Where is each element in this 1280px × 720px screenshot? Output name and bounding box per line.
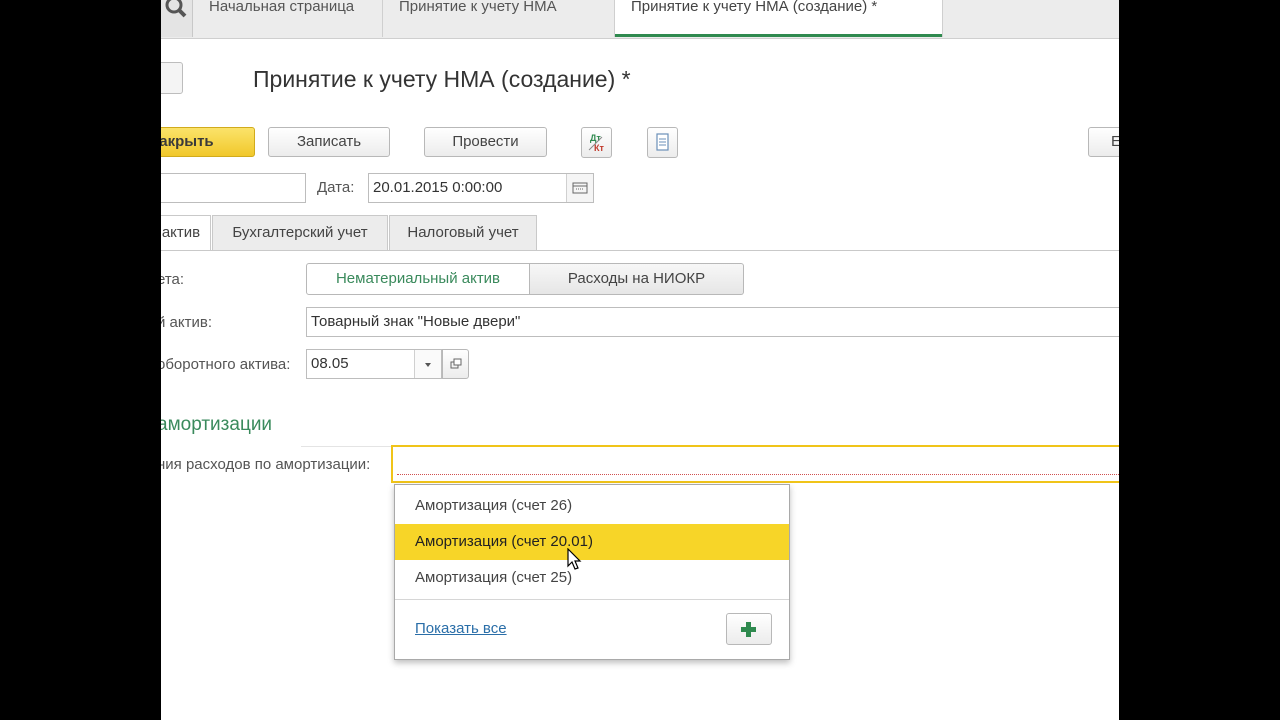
post-and-close-button[interactable]: закрыть: [161, 127, 255, 157]
more-label: Е: [1111, 133, 1119, 150]
date-field[interactable]: 20.01.2015 0:00:00: [368, 173, 594, 203]
dropdown-item-label: Амортизация (счет 25): [415, 569, 573, 586]
dropdown-item[interactable]: Амортизация (счет 26): [395, 488, 789, 524]
mouse-cursor-icon: [567, 548, 582, 570]
segment-rnd-expenses-label: Расходы на НИОКР: [567, 270, 706, 287]
tab-home[interactable]: Начальная страница: [193, 0, 383, 37]
search-button[interactable]: [161, 0, 193, 37]
chevron-down-icon: [425, 363, 431, 367]
dropdown-separator: [395, 599, 789, 600]
report-button[interactable]: [647, 127, 678, 158]
tab-nma-list[interactable]: Принятие к учету НМА: [383, 0, 615, 37]
search-icon: [165, 0, 187, 18]
form-tab-accounting[interactable]: Бухгалтерский учет: [212, 215, 388, 250]
app-window: Начальная страница Принятие к учету НМА …: [161, 0, 1119, 720]
asset-value: Товарный знак "Новые двери": [311, 313, 521, 330]
noncurrent-account-open-button[interactable]: [442, 349, 469, 379]
post-button[interactable]: Провести: [424, 127, 547, 157]
dropdown-item-label: Амортизация (счет 26): [415, 497, 573, 514]
svg-text:Дт: Дт: [590, 133, 601, 143]
segment-rnd-expenses[interactable]: Расходы на НИОКР: [530, 263, 744, 295]
noncurrent-account-label: оборотного актива:: [161, 356, 291, 373]
calendar-button[interactable]: [566, 174, 593, 202]
segment-intangible-asset-label: Нематериальный актив: [335, 270, 501, 287]
dt-kt-icon: Дт Кт: [588, 133, 604, 153]
tab-nma-create[interactable]: Принятие к учету НМА (создание) *: [615, 0, 943, 37]
window-tab-bar: Начальная страница Принятие к учету НМА …: [161, 0, 1119, 39]
form-tab-asset[interactable]: актив: [161, 215, 211, 251]
form-tab-tax-label: Налоговый учет: [407, 224, 519, 241]
required-underline: [397, 474, 1119, 475]
calendar-icon: [572, 182, 588, 194]
plus-icon: [741, 622, 756, 637]
dropdown-item-selected[interactable]: Амортизация (счет 20.01): [395, 524, 789, 560]
number-field[interactable]: [161, 173, 306, 203]
dt-kt-button[interactable]: Дт Кт: [581, 127, 612, 158]
asset-label: й актив:: [161, 314, 213, 331]
noncurrent-account-dropdown-button[interactable]: [414, 350, 441, 378]
account-type-label: ета:: [161, 271, 185, 288]
expense-method-field[interactable]: [391, 445, 1119, 483]
form-tab-divider: [161, 250, 1119, 251]
post-label: Провести: [452, 133, 519, 150]
noncurrent-account-field[interactable]: 08.05: [306, 349, 442, 379]
open-icon: [450, 358, 462, 369]
asset-field[interactable]: Товарный знак "Новые двери": [306, 307, 1119, 337]
add-button[interactable]: [726, 613, 772, 645]
date-label: Дата:: [317, 179, 355, 196]
tab-nma-list-label: Принятие к учету НМА: [399, 0, 557, 15]
expense-method-dropdown: Амортизация (счет 26) Амортизация (счет …: [394, 484, 790, 660]
tab-nma-create-label: Принятие к учету НМА (создание) *: [631, 0, 878, 15]
noncurrent-account-value: 08.05: [311, 355, 349, 372]
form-tab-tax[interactable]: Налоговый учет: [389, 215, 537, 250]
document-icon: [656, 133, 669, 151]
date-value: 20.01.2015 0:00:00: [373, 179, 503, 196]
more-button[interactable]: Е: [1088, 127, 1119, 157]
dropdown-item[interactable]: Амортизация (счет 25): [395, 560, 789, 596]
section-divider: [301, 446, 391, 447]
form-tab-asset-label: актив: [161, 224, 201, 241]
save-button[interactable]: Записать: [268, 127, 390, 157]
section-title-amortization: амортизации: [161, 414, 273, 435]
save-label: Записать: [296, 133, 362, 150]
show-all-link[interactable]: Показать все: [415, 620, 507, 637]
form-tab-accounting-label: Бухгалтерский учет: [232, 224, 368, 241]
svg-text:Кт: Кт: [594, 143, 604, 153]
post-and-close-label: закрыть: [161, 133, 214, 150]
segment-intangible-asset[interactable]: Нематериальный актив: [306, 263, 530, 295]
back-button[interactable]: [161, 62, 183, 94]
page-title: Принятие к учету НМА (создание) *: [253, 66, 631, 92]
tab-home-label: Начальная страница: [209, 0, 355, 15]
expense-method-label: ния расходов по амортизации:: [161, 456, 371, 473]
